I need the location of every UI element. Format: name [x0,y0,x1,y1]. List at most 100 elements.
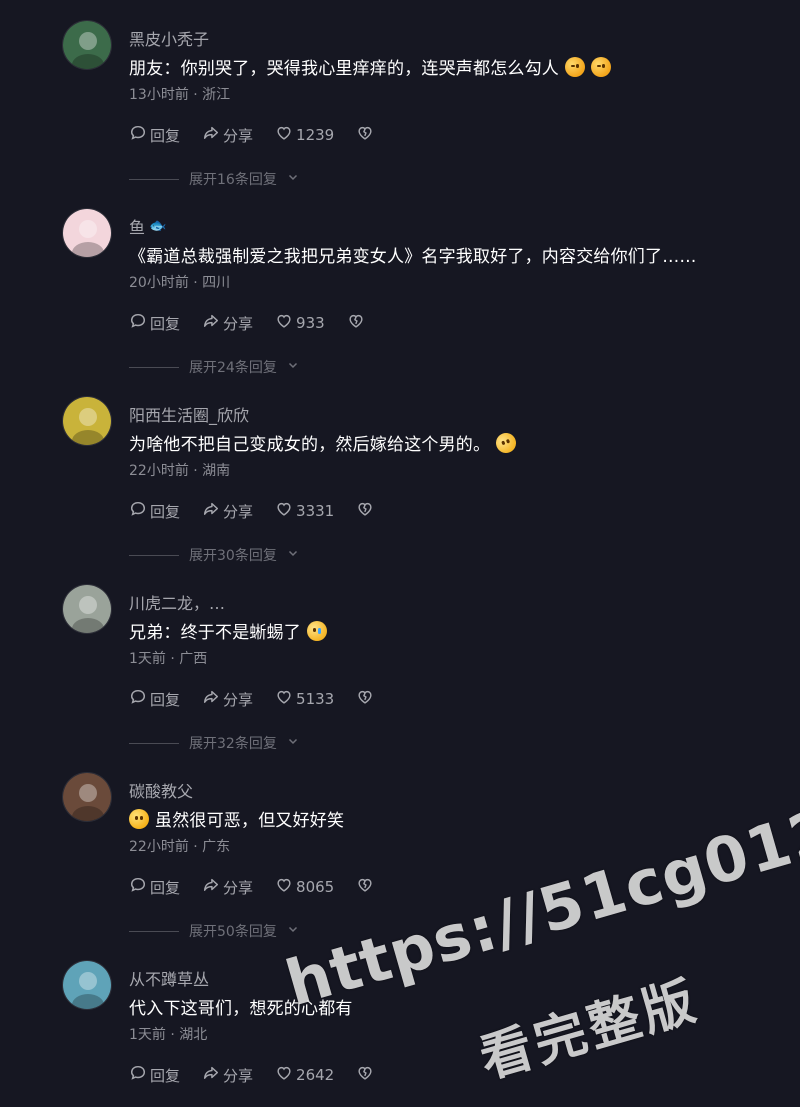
reply-icon [129,876,147,898]
comment-meta: 13小时前 · 浙江 [129,87,231,103]
heart-icon [275,1064,293,1086]
comment-meta: 22小时前 · 湖南 [129,463,231,479]
like-count: 8065 [296,878,335,896]
comment-item: 从不蹲草丛 代入下这哥们，想死的心都有 1天前 · 湖北 回复 分享 2642 [0,960,800,1107]
broken-heart-icon [347,312,365,334]
reply-button[interactable]: 回复 [129,1064,180,1086]
expand-replies-label: 展开24条回复 [189,360,277,376]
reply-button[interactable]: 回复 [129,312,180,334]
like-button[interactable]: 3331 [275,500,334,522]
share-icon [202,312,220,334]
avatar[interactable] [62,208,112,258]
reply-icon [129,500,147,522]
dislike-button[interactable] [356,124,374,146]
comment-list: 黑皮小秃子朋友：你别哭了，哭得我心里痒痒的，连哭声都怎么勾人 13小时前 · 浙江… [0,0,800,1107]
chevron-down-icon [287,735,299,751]
username-text: 从不蹲草丛 [129,970,210,989]
reply-label: 回复 [150,1066,181,1085]
heart-icon [275,312,293,334]
share-button[interactable]: 分享 [202,876,253,898]
comment-item: 川虎二龙，… 兄弟：终于不是蜥蜴了 1天前 · 广西 回复 分享 5133 展开32条回复 [0,584,800,772]
username[interactable]: 从不蹲草丛 [129,966,209,990]
comment-meta: 20小时前 · 四川 [129,275,231,291]
reply-icon [129,124,147,146]
like-button[interactable]: 8065 [275,876,334,898]
reply-icon [129,688,147,710]
expand-replies-button[interactable]: 展开30条回复 [129,545,299,565]
reply-label: 回复 [150,878,181,897]
avatar[interactable] [62,396,112,446]
username[interactable]: 川虎二龙，… [129,590,225,614]
broken-heart-icon [356,1064,374,1086]
username-text: 碳酸教父 [129,782,194,801]
chevron-down-icon [287,923,299,939]
expand-replies-label: 展开16条回复 [189,172,277,188]
avatar[interactable] [62,20,112,70]
share-icon [202,124,220,146]
comment-content: 虽然很可恶，但又好好笑 [129,806,344,831]
username-text: 阳西生活圈_欣欣 [129,406,250,425]
share-button[interactable]: 分享 [202,312,253,334]
like-button[interactable]: 1239 [275,124,334,146]
share-button[interactable]: 分享 [202,688,253,710]
comment-text: 兄弟：终于不是蜥蜴了 [129,623,301,643]
heart-icon [275,124,293,146]
avatar[interactable] [62,584,112,634]
reply-button[interactable]: 回复 [129,124,180,146]
username[interactable]: 鱼 🐟 [129,214,166,238]
comment-meta: 1天前 · 广西 [129,651,208,667]
reply-button[interactable]: 回复 [129,876,180,898]
comment-content: 朋友：你别哭了，哭得我心里痒痒的，连哭声都怎么勾人 [129,54,611,79]
expand-replies-button[interactable]: 展开24条回复 [129,357,299,377]
comment-meta: 22小时前 · 广东 [129,839,231,855]
kiss-emoji [565,56,585,77]
comment-text: 为啥他不把自己变成女的，然后嫁给这个男的。 [129,435,491,455]
reply-button[interactable]: 回复 [129,500,180,522]
comment-text: 《霸道总裁强制爱之我把兄弟变女人》名字我取好了，内容交给你们了…… [129,247,697,267]
like-count: 3331 [296,502,335,520]
username[interactable]: 阳西生活圈_欣欣 [129,402,249,426]
dislike-button[interactable] [356,688,374,710]
comment-actions: 回复 分享 3331 [129,500,374,522]
avatar[interactable] [62,772,112,822]
like-button[interactable]: 5133 [275,688,334,710]
share-label: 分享 [223,502,254,521]
comment-item: 碳酸教父虽然很可恶，但又好好笑 22小时前 · 广东回复 分享 8065 展开50条回复 [0,772,800,960]
comment-actions: 回复 分享 933 [129,312,365,334]
like-count: 933 [296,314,325,332]
expand-replies-label: 展开32条回复 [189,736,277,752]
share-button[interactable]: 分享 [202,124,253,146]
chevron-down-icon [287,171,299,187]
username-text: 黑皮小秃子 [129,30,210,49]
dislike-button[interactable] [347,312,365,334]
reply-label: 回复 [150,314,181,333]
chevron-down-icon [287,359,299,375]
dislike-button[interactable] [356,1064,374,1086]
reply-label: 回复 [150,690,181,709]
comment-actions: 回复 分享 8065 [129,876,374,898]
dislike-button[interactable] [356,876,374,898]
reply-button[interactable]: 回复 [129,688,180,710]
share-button[interactable]: 分享 [202,500,253,522]
heart-icon [275,500,293,522]
share-button[interactable]: 分享 [202,1064,253,1086]
like-count: 2642 [296,1066,335,1084]
expand-replies-button[interactable]: 展开50条回复 [129,921,299,941]
like-button[interactable]: 2642 [275,1064,334,1086]
expand-replies-button[interactable]: 展开16条回复 [129,169,299,189]
username[interactable]: 碳酸教父 [129,778,193,802]
comment-actions: 回复 分享 1239 [129,124,374,146]
avatar[interactable] [62,960,112,1010]
dislike-button[interactable] [356,500,374,522]
grin-emoji [129,808,149,829]
username[interactable]: 黑皮小秃子 [129,26,209,50]
cry-emoji [307,620,327,641]
chevron-down-icon [287,547,299,563]
username-text: 川虎二龙，… [129,594,226,613]
comment-item: 鱼 🐟 《霸道总裁强制爱之我把兄弟变女人》名字我取好了，内容交给你们了…… 20小时前… [0,208,800,396]
expand-replies-label: 展开50条回复 [189,924,277,940]
comment-meta: 1天前 · 湖北 [129,1027,208,1043]
comment-content: 为啥他不把自己变成女的，然后嫁给这个男的。 [129,429,520,456]
like-button[interactable]: 933 [275,312,325,334]
expand-replies-button[interactable]: 展开32条回复 [129,733,299,753]
